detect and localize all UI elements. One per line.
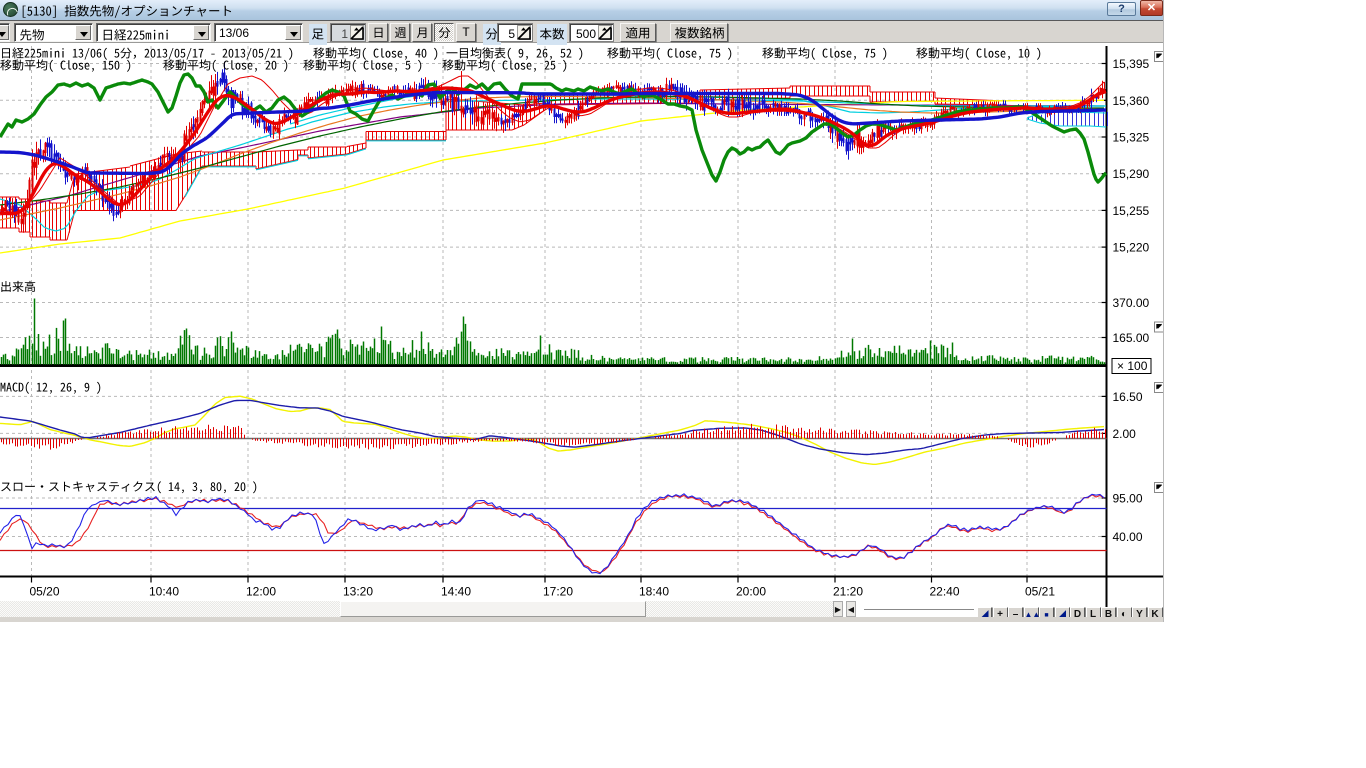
svg-text:15,395: 15,395 bbox=[1113, 57, 1150, 71]
svg-text:40.00: 40.00 bbox=[1113, 530, 1143, 544]
svg-text:165.00: 165.00 bbox=[1113, 331, 1150, 345]
svg-text:05/21: 05/21 bbox=[1025, 585, 1055, 599]
svg-text:95.00: 95.00 bbox=[1113, 492, 1143, 506]
svg-text:15,325: 15,325 bbox=[1113, 131, 1150, 145]
svg-text:16.50: 16.50 bbox=[1113, 390, 1143, 404]
svg-text:17:20: 17:20 bbox=[543, 585, 573, 599]
svg-text:21:20: 21:20 bbox=[833, 585, 863, 599]
svg-text:15,290: 15,290 bbox=[1113, 167, 1150, 181]
svg-text:20:00: 20:00 bbox=[736, 585, 766, 599]
svg-text:18:40: 18:40 bbox=[639, 585, 669, 599]
svg-text:2.00: 2.00 bbox=[1113, 427, 1137, 441]
svg-text:05/20: 05/20 bbox=[30, 585, 60, 599]
svg-text:10:40: 10:40 bbox=[149, 585, 179, 599]
svg-text:370.00: 370.00 bbox=[1113, 296, 1150, 310]
svg-text:22:40: 22:40 bbox=[930, 585, 960, 599]
svg-text:14:40: 14:40 bbox=[441, 585, 471, 599]
svg-text:13:20: 13:20 bbox=[343, 585, 373, 599]
svg-text:15,360: 15,360 bbox=[1113, 94, 1150, 108]
svg-text:× 100: × 100 bbox=[1117, 359, 1148, 373]
svg-text:15,220: 15,220 bbox=[1113, 241, 1150, 255]
svg-text:12:00: 12:00 bbox=[246, 585, 276, 599]
svg-text:15,255: 15,255 bbox=[1113, 204, 1150, 218]
